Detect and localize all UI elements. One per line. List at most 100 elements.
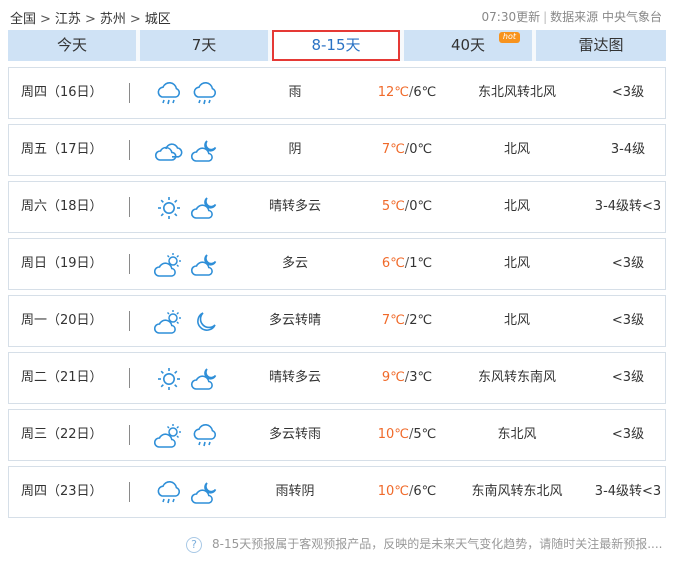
forecast-date: 周五（17日） xyxy=(21,142,103,157)
footer-note: ? 8-15天预报属于客观预报产品，反映的是未来天气变化趋势，请随时关注最新预报.… xyxy=(186,535,663,553)
wind-level: <3级 xyxy=(611,427,645,442)
partly-cloudy-icon xyxy=(154,424,181,448)
question-icon[interactable]: ? xyxy=(186,536,202,553)
wind-level: 3-4级转<3 xyxy=(594,484,662,499)
forecast-row: 周一（20日） 多云转晴 7℃/2℃ 北风 <3级 xyxy=(8,295,666,347)
wind-direction: 东北风转北风 xyxy=(477,85,556,100)
wind-direction: 东南风转东北风 xyxy=(471,484,563,499)
wind-direction: 北风 xyxy=(503,313,530,328)
cloudy-night-icon xyxy=(190,482,217,504)
tab-today[interactable]: 今天 xyxy=(8,30,136,61)
data-source-info: 07:30更新 | 数据来源 中央气象台 xyxy=(481,10,662,24)
breadcrumb-separator: > xyxy=(129,12,141,27)
forecast-row: 周三（22日） 多云转雨 10℃/5℃ 东北风 <3级 xyxy=(8,409,666,461)
weather-icons xyxy=(154,479,224,507)
forecast-date: 周六（18日） xyxy=(21,199,103,214)
breadcrumb-link-suzhou[interactable]: 苏州 xyxy=(100,12,126,27)
sunny-icon xyxy=(158,197,180,219)
tab-40-days-label: 40天 xyxy=(450,36,486,54)
wind-direction: 东北风 xyxy=(497,427,537,442)
weather-description: 阴 xyxy=(288,142,302,157)
tab-8-15-days[interactable]: 8-15天 xyxy=(272,30,400,61)
breadcrumb: 全国 > 江苏 > 苏州 > 城区 xyxy=(10,8,171,27)
weather-description: 晴转多云 xyxy=(268,370,321,385)
divider xyxy=(129,368,130,388)
divider xyxy=(129,83,130,103)
high-temperature: 12℃ xyxy=(377,85,409,100)
weather-icons xyxy=(154,422,224,450)
breadcrumb-link-national[interactable]: 全国 xyxy=(10,12,36,27)
wind-level: 3-4级 xyxy=(610,142,646,157)
forecast-row: 周日（19日） 多云 6℃/1℃ 北风 <3级 xyxy=(8,238,666,290)
weather-description: 多云转雨 xyxy=(268,427,321,442)
low-temperature: 2℃ xyxy=(409,313,433,328)
rain-icon xyxy=(193,82,216,105)
forecast-date: 周四（16日） xyxy=(21,85,103,100)
divider xyxy=(129,254,130,274)
tab-radar[interactable]: 雷达图 xyxy=(536,30,666,61)
weather-description: 晴转多云 xyxy=(268,199,321,214)
wind-level: 3-4级转<3 xyxy=(594,199,662,214)
wind-direction: 东风转东南风 xyxy=(477,370,556,385)
sunny-icon xyxy=(158,368,180,390)
wind-level: <3级 xyxy=(611,313,645,328)
forecast-tabs: 今天 7天 8-15天 40天 hot 雷达图 xyxy=(8,30,666,61)
breadcrumb-current-district: 城区 xyxy=(144,12,171,27)
temperature-range: 10℃/5℃ xyxy=(377,427,437,442)
weather-icons xyxy=(154,80,224,108)
low-temperature: 6℃ xyxy=(413,85,437,100)
wind-level: <3级 xyxy=(611,256,645,271)
partly-cloudy-icon xyxy=(154,310,181,334)
temperature-range: 6℃/1℃ xyxy=(381,256,433,271)
cloudy-night-icon xyxy=(190,368,217,390)
high-temperature: 5℃ xyxy=(381,199,405,214)
weather-icons xyxy=(154,365,224,393)
partly-cloudy-icon xyxy=(154,253,181,277)
rain-icon xyxy=(157,82,180,105)
temperature-range: 5℃/0℃ xyxy=(381,199,433,214)
divider xyxy=(129,140,130,160)
weather-icons xyxy=(154,308,224,336)
high-temperature: 10℃ xyxy=(377,427,409,442)
breadcrumb-link-jiangsu[interactable]: 江苏 xyxy=(55,12,81,27)
weather-icons xyxy=(154,194,224,222)
temperature-range: 9℃/3℃ xyxy=(381,370,433,385)
weather-description: 雨转阴 xyxy=(275,484,315,499)
forecast-date: 周一（20日） xyxy=(21,313,103,328)
hot-badge: hot xyxy=(498,32,520,43)
tab-7-days[interactable]: 7天 xyxy=(140,30,268,61)
low-temperature: 3℃ xyxy=(409,370,433,385)
wind-direction: 北风 xyxy=(503,142,530,157)
divider xyxy=(129,311,130,331)
forecast-date: 周日（19日） xyxy=(21,256,103,271)
footer-note-text: 8-15天预报属于客观预报产品，反映的是未来天气变化趋势，请随时关注最新预报..… xyxy=(212,537,663,551)
cloudy-night-icon xyxy=(190,197,217,219)
tab-40-days[interactable]: 40天 hot xyxy=(404,30,532,61)
wind-direction: 北风 xyxy=(503,199,530,214)
low-temperature: 1℃ xyxy=(409,256,433,271)
divider xyxy=(129,197,130,217)
update-time: 07:30更新 xyxy=(481,10,541,24)
low-temperature: 6℃ xyxy=(413,484,437,499)
cloudy-night-icon xyxy=(190,140,217,162)
high-temperature: 9℃ xyxy=(381,370,405,385)
forecast-row: 周六（18日） 晴转多云 5℃/0℃ 北风 3-4级转<3 xyxy=(8,181,666,233)
breadcrumb-separator: > xyxy=(84,12,96,27)
high-temperature: 7℃ xyxy=(381,142,405,157)
forecast-row: 周五（17日） 阴 7℃/0℃ 北风 3-4级 xyxy=(8,124,666,176)
weather-description: 多云转晴 xyxy=(268,313,321,328)
temperature-range: 12℃/6℃ xyxy=(377,85,437,100)
high-temperature: 7℃ xyxy=(381,313,405,328)
high-temperature: 10℃ xyxy=(377,484,409,499)
weather-description: 雨 xyxy=(288,85,302,100)
forecast-row: 周四（16日） 雨 12℃/6℃ 东北风转北风 <3级 xyxy=(8,67,666,119)
divider xyxy=(129,425,130,445)
top-bar: 全国 > 江苏 > 苏州 > 城区 07:30更新 | 数据来源 中央气象台 xyxy=(8,4,666,27)
wind-level: <3级 xyxy=(611,370,645,385)
rain-icon xyxy=(157,481,180,504)
weather-icons xyxy=(154,137,224,165)
high-temperature: 6℃ xyxy=(381,256,405,271)
forecast-date: 周二（21日） xyxy=(21,370,103,385)
wind-direction: 北风 xyxy=(503,256,530,271)
low-temperature: 0℃ xyxy=(409,199,433,214)
